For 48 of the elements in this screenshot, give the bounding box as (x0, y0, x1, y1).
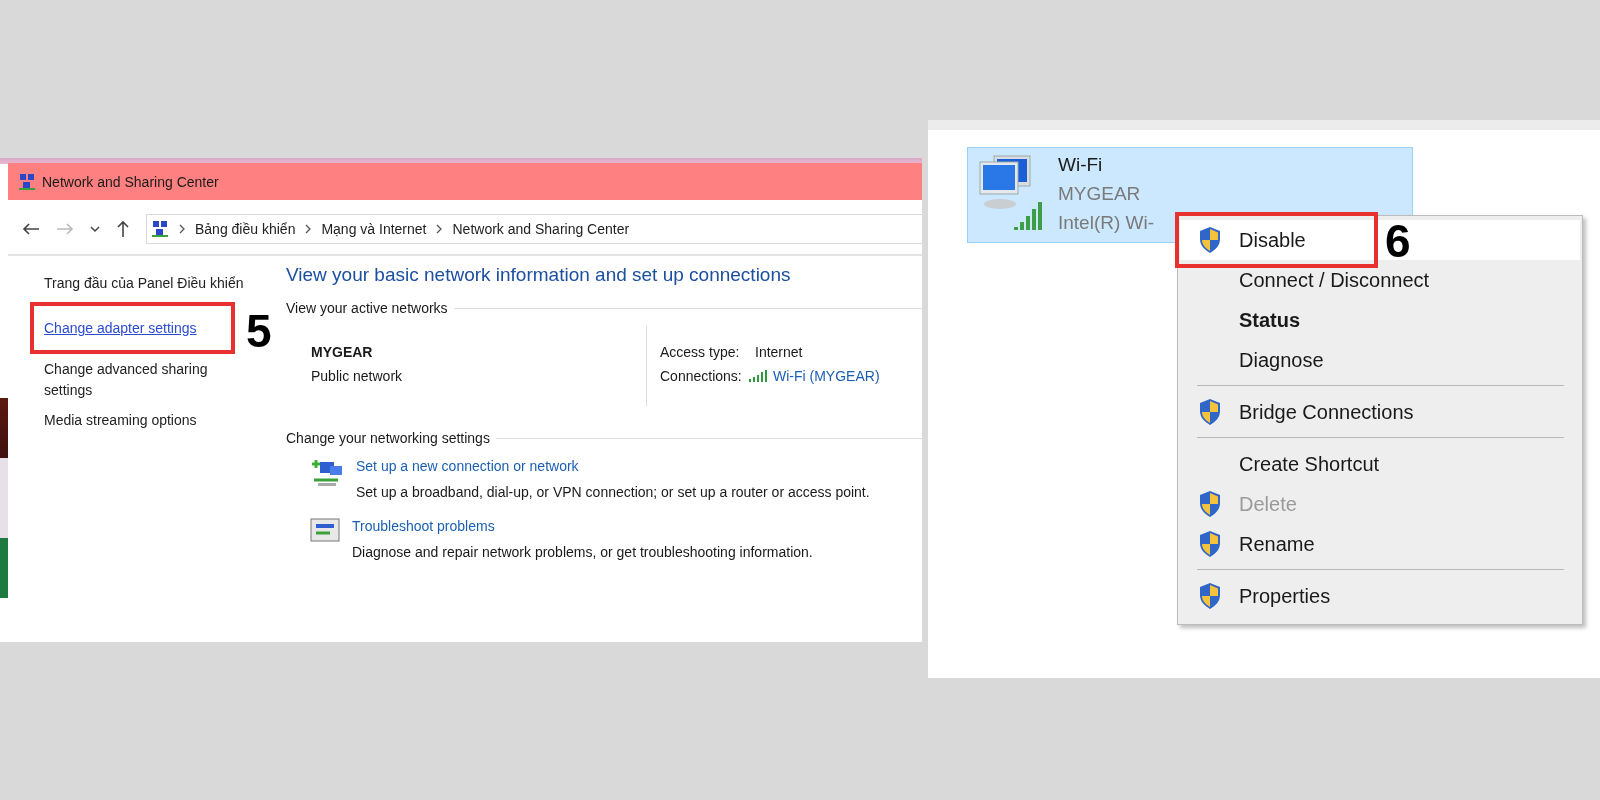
signal-bars-icon (749, 370, 767, 382)
adapter-name: Wi-Fi (1058, 154, 1104, 176)
troubleshoot-icon (310, 518, 340, 544)
section-title: View your active networks (286, 300, 448, 316)
window-title: Network and Sharing Center (42, 173, 219, 190)
new-connection-icon (310, 458, 344, 488)
field-value: Internet (755, 344, 803, 360)
sidebar-item[interactable]: Trang đầu của Panel Điều khiển (44, 273, 264, 294)
sidebar-link[interactable]: Change adapter settings (44, 318, 234, 339)
adapter-network: MYGEAR (1058, 183, 1142, 205)
chevron-right-icon (436, 224, 443, 234)
connection-link[interactable]: Wi-Fi (MYGEAR) (773, 368, 880, 384)
task-link[interactable]: Set up a new connection or network (356, 458, 870, 474)
menu-item[interactable]: Status (1180, 300, 1580, 340)
network-icon (18, 172, 36, 191)
menu-item[interactable]: Diagnose (1180, 340, 1580, 380)
network-icon (151, 220, 169, 238)
task-link[interactable]: Troubleshoot problems (352, 518, 813, 534)
back-arrow-icon[interactable] (22, 222, 40, 236)
shield-icon (1197, 398, 1222, 426)
chevron-right-icon (305, 224, 312, 234)
up-arrow-icon[interactable] (116, 220, 130, 238)
sidebar-item[interactable]: Change advanced sharing settings (44, 359, 234, 401)
address-bar[interactable]: Bảng điều khiển Mạng và Internet Network and Sharing Center (146, 214, 922, 244)
shield-icon (1197, 582, 1222, 610)
sidebar-item[interactable]: Media streaming options (44, 410, 234, 431)
field-label: Connections: (660, 368, 743, 384)
network-name: MYGEAR (311, 344, 374, 360)
page-heading: View your basic network information and set up connections (286, 264, 792, 286)
shield-icon (1197, 226, 1222, 254)
breadcrumb-item[interactable]: Mạng và Internet (321, 221, 427, 237)
adapter-device: Intel(R) Wi- (1058, 212, 1155, 234)
section-title: Change your networking settings (286, 430, 490, 446)
step-number: 5 (246, 308, 272, 354)
menu-item[interactable]: Bridge Connections (1180, 392, 1580, 432)
shield-icon (1197, 530, 1222, 558)
chevron-right-icon (179, 224, 185, 234)
task-description: Diagnose and repair network problems, or get troubleshooting information. (352, 544, 813, 560)
breadcrumb-item[interactable]: Bảng điều khiển (195, 221, 296, 237)
menu-item[interactable]: Rename (1180, 524, 1580, 564)
breadcrumb-item[interactable]: Network and Sharing Center (452, 221, 630, 237)
shield-icon (1197, 490, 1222, 518)
field-label: Access type: (660, 344, 741, 360)
chevron-down-icon[interactable] (90, 225, 100, 233)
menu-item[interactable]: Create Shortcut (1180, 444, 1580, 484)
network-type: Public network (311, 368, 404, 384)
menu-item[interactable]: Properties (1180, 576, 1580, 616)
task-description: Set up a broadband, dial-up, or VPN connection; or set up a router or access point. (356, 484, 870, 500)
